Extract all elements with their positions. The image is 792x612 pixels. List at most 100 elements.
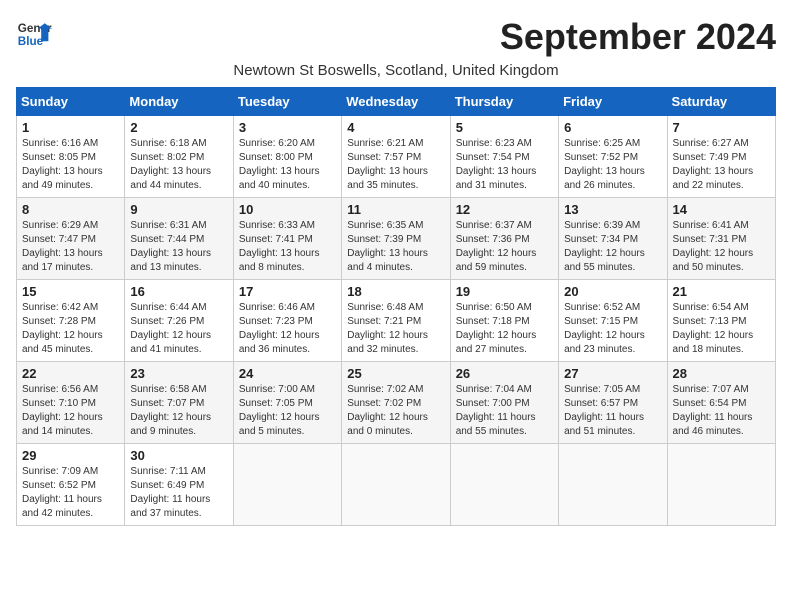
day-number: 3 [239, 120, 336, 135]
day-info: Sunrise: 6:27 AMSunset: 7:49 PMDaylight:… [673, 137, 770, 193]
month-title: September 2024 [500, 16, 776, 58]
day-info: Sunrise: 6:39 AMSunset: 7:34 PMDaylight:… [564, 219, 661, 275]
day-info: Sunrise: 6:48 AMSunset: 7:21 PMDaylight:… [347, 301, 444, 357]
day-info: Sunrise: 6:37 AMSunset: 7:36 PMDaylight:… [456, 219, 553, 275]
header-wednesday: Wednesday [342, 88, 450, 116]
day-info: Sunrise: 6:46 AMSunset: 7:23 PMDaylight:… [239, 301, 336, 357]
day-info: Sunrise: 6:25 AMSunset: 7:52 PMDaylight:… [564, 137, 661, 193]
calendar-cell [450, 444, 558, 526]
calendar-subtitle: Newtown St Boswells, Scotland, United Ki… [16, 62, 776, 79]
calendar-cell [233, 444, 341, 526]
calendar-cell: 16 Sunrise: 6:44 AMSunset: 7:26 PMDayligh… [125, 280, 233, 362]
calendar-cell: 21Sunrise: 6:54 AMSunset: 7:13 PMDayligh… [667, 280, 775, 362]
calendar-cell: 29 Sunrise: 7:09 AMSunset: 6:52 PMDayligh… [17, 444, 125, 526]
day-info: Sunrise: 6:21 AMSunset: 7:57 PMDaylight:… [347, 137, 444, 193]
day-info: Sunrise: 6:33 AMSunset: 7:41 PMDaylight:… [239, 219, 336, 275]
day-number: 10 [239, 202, 336, 217]
calendar-cell: 4 Sunrise: 6:21 AMSunset: 7:57 PMDaylight… [342, 116, 450, 198]
day-number: 26 [456, 366, 553, 381]
calendar-cell: 28 Sunrise: 7:07 AMSunset: 6:54 PMDayligh… [667, 362, 775, 444]
day-info: Sunrise: 6:50 AMSunset: 7:18 PMDaylight:… [456, 301, 553, 357]
day-number: 28 [673, 366, 770, 381]
day-info: Sunrise: 6:29 AMSunset: 7:47 PMDaylight:… [22, 219, 119, 275]
calendar-week-1: 1 Sunrise: 6:16 AMSunset: 8:05 PMDaylight… [17, 116, 776, 198]
calendar-cell: 6 Sunrise: 6:25 AMSunset: 7:52 PMDaylight… [559, 116, 667, 198]
day-number: 18 [347, 284, 444, 299]
day-info: Sunrise: 6:56 AMSunset: 7:10 PMDaylight:… [22, 383, 119, 439]
day-info: Sunrise: 6:16 AMSunset: 8:05 PMDaylight:… [22, 137, 119, 193]
day-number: 27 [564, 366, 661, 381]
day-number: 16 [130, 284, 227, 299]
calendar-week-5: 29 Sunrise: 7:09 AMSunset: 6:52 PMDayligh… [17, 444, 776, 526]
calendar-cell: 3 Sunrise: 6:20 AMSunset: 8:00 PMDaylight… [233, 116, 341, 198]
calendar-cell: 17 Sunrise: 6:46 AMSunset: 7:23 PMDayligh… [233, 280, 341, 362]
calendar-week-2: 8 Sunrise: 6:29 AMSunset: 7:47 PMDaylight… [17, 198, 776, 280]
day-number: 12 [456, 202, 553, 217]
day-number: 14 [673, 202, 770, 217]
calendar-cell: 14 Sunrise: 6:41 AMSunset: 7:31 PMDayligh… [667, 198, 775, 280]
header-monday: Monday [125, 88, 233, 116]
header-tuesday: Tuesday [233, 88, 341, 116]
header-saturday: Saturday [667, 88, 775, 116]
day-number: 4 [347, 120, 444, 135]
calendar-cell: 13 Sunrise: 6:39 AMSunset: 7:34 PMDayligh… [559, 198, 667, 280]
day-number: 22 [22, 366, 119, 381]
day-number: 25 [347, 366, 444, 381]
day-info: Sunrise: 7:09 AMSunset: 6:52 PMDaylight:… [22, 465, 119, 521]
day-number: 5 [456, 120, 553, 135]
calendar-cell: 26 Sunrise: 7:04 AMSunset: 7:00 PMDayligh… [450, 362, 558, 444]
calendar-cell [559, 444, 667, 526]
day-info: Sunrise: 7:02 AMSunset: 7:02 PMDaylight:… [347, 383, 444, 439]
day-number: 7 [673, 120, 770, 135]
day-info: Sunrise: 6:52 AMSunset: 7:15 PMDaylight:… [564, 301, 661, 357]
page-header: General Blue September 2024 [16, 16, 776, 58]
day-number: 9 [130, 202, 227, 217]
day-number: 8 [22, 202, 119, 217]
day-info: Sunrise: 6:44 AMSunset: 7:26 PMDaylight:… [130, 301, 227, 357]
day-info: Sunrise: 6:41 AMSunset: 7:31 PMDaylight:… [673, 219, 770, 275]
calendar-week-4: 22 Sunrise: 6:56 AMSunset: 7:10 PMDayligh… [17, 362, 776, 444]
calendar-cell [667, 444, 775, 526]
calendar-week-3: 15Sunrise: 6:42 AMSunset: 7:28 PMDayligh… [17, 280, 776, 362]
calendar-cell: 30 Sunrise: 7:11 AMSunset: 6:49 PMDayligh… [125, 444, 233, 526]
calendar-table: SundayMondayTuesdayWednesdayThursdayFrid… [16, 87, 776, 526]
calendar-cell: 15Sunrise: 6:42 AMSunset: 7:28 PMDayligh… [17, 280, 125, 362]
day-number: 24 [239, 366, 336, 381]
header-sunday: Sunday [17, 88, 125, 116]
calendar-cell: 2 Sunrise: 6:18 AMSunset: 8:02 PMDaylight… [125, 116, 233, 198]
day-number: 13 [564, 202, 661, 217]
calendar-cell: 24 Sunrise: 7:00 AMSunset: 7:05 PMDayligh… [233, 362, 341, 444]
calendar-cell: 18 Sunrise: 6:48 AMSunset: 7:21 PMDayligh… [342, 280, 450, 362]
day-number: 21 [673, 284, 770, 299]
day-number: 17 [239, 284, 336, 299]
calendar-cell: 19 Sunrise: 6:50 AMSunset: 7:18 PMDayligh… [450, 280, 558, 362]
calendar-cell: 27 Sunrise: 7:05 AMSunset: 6:57 PMDayligh… [559, 362, 667, 444]
day-number: 6 [564, 120, 661, 135]
day-number: 20 [564, 284, 661, 299]
header-friday: Friday [559, 88, 667, 116]
day-number: 19 [456, 284, 553, 299]
header-thursday: Thursday [450, 88, 558, 116]
calendar-cell: 5 Sunrise: 6:23 AMSunset: 7:54 PMDaylight… [450, 116, 558, 198]
day-info: Sunrise: 6:18 AMSunset: 8:02 PMDaylight:… [130, 137, 227, 193]
calendar-cell: 20 Sunrise: 6:52 AMSunset: 7:15 PMDayligh… [559, 280, 667, 362]
calendar-header-row: SundayMondayTuesdayWednesdayThursdayFrid… [17, 88, 776, 116]
day-number: 1 [22, 120, 119, 135]
calendar-cell: 9Sunrise: 6:31 AMSunset: 7:44 PMDaylight… [125, 198, 233, 280]
day-info: Sunrise: 7:00 AMSunset: 7:05 PMDaylight:… [239, 383, 336, 439]
calendar-cell: 22 Sunrise: 6:56 AMSunset: 7:10 PMDayligh… [17, 362, 125, 444]
day-info: Sunrise: 6:20 AMSunset: 8:00 PMDaylight:… [239, 137, 336, 193]
day-info: Sunrise: 7:04 AMSunset: 7:00 PMDaylight:… [456, 383, 553, 439]
calendar-cell: 1 Sunrise: 6:16 AMSunset: 8:05 PMDaylight… [17, 116, 125, 198]
day-info: Sunrise: 6:58 AMSunset: 7:07 PMDaylight:… [130, 383, 227, 439]
day-info: Sunrise: 7:07 AMSunset: 6:54 PMDaylight:… [673, 383, 770, 439]
calendar-cell: 12 Sunrise: 6:37 AMSunset: 7:36 PMDayligh… [450, 198, 558, 280]
day-info: Sunrise: 7:05 AMSunset: 6:57 PMDaylight:… [564, 383, 661, 439]
day-number: 30 [130, 448, 227, 463]
day-info: Sunrise: 6:35 AMSunset: 7:39 PMDaylight:… [347, 219, 444, 275]
day-info: Sunrise: 7:11 AMSunset: 6:49 PMDaylight:… [130, 465, 227, 521]
day-info: Sunrise: 6:23 AMSunset: 7:54 PMDaylight:… [456, 137, 553, 193]
day-number: 29 [22, 448, 119, 463]
day-number: 2 [130, 120, 227, 135]
logo-icon: General Blue [16, 16, 52, 52]
